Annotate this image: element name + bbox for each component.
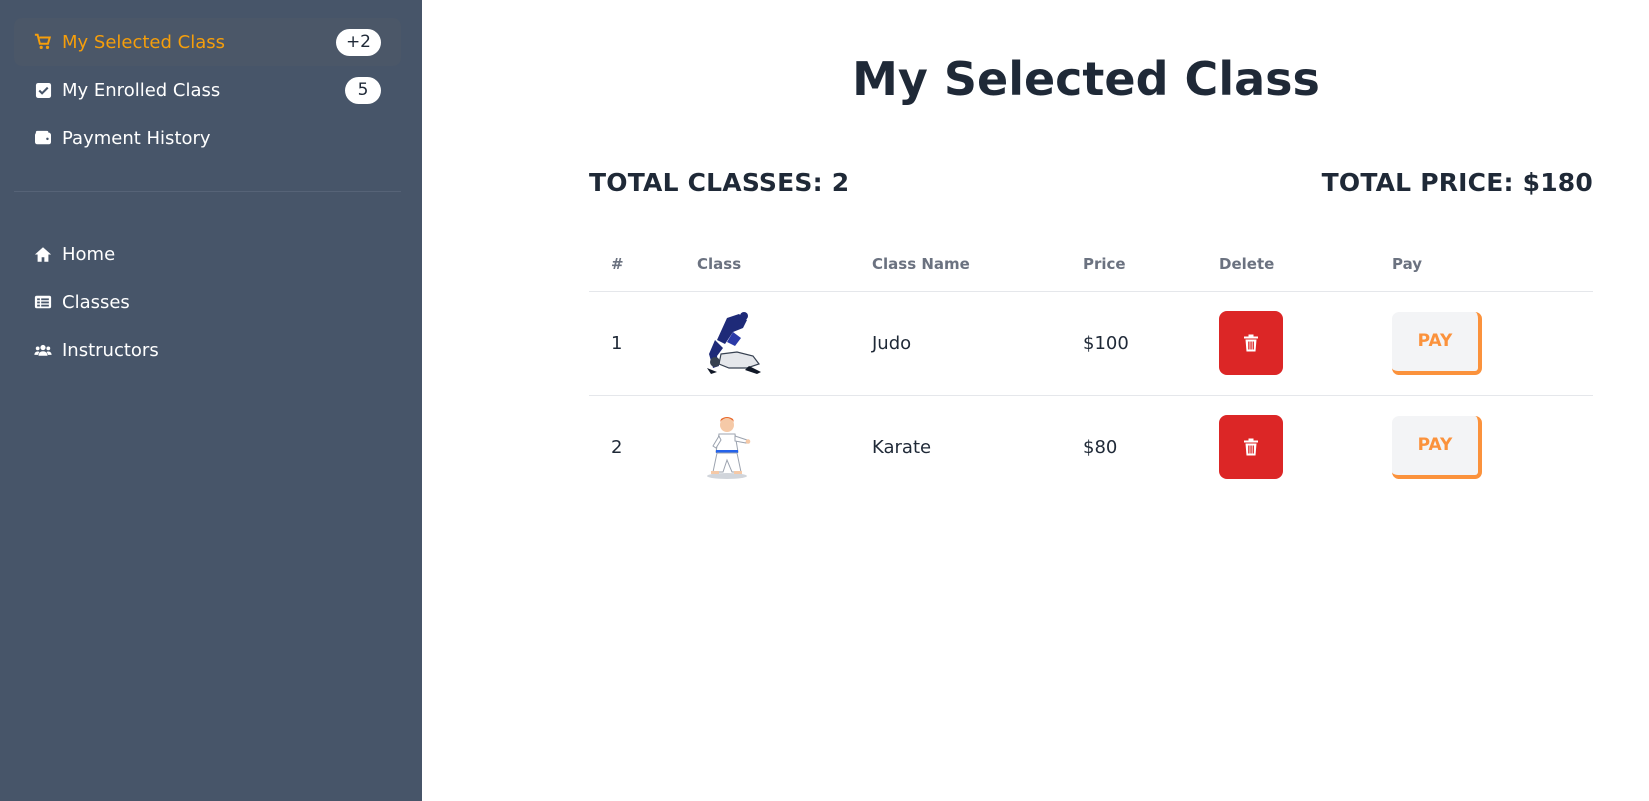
total-price: TOTAL PRICE: $180	[1321, 168, 1593, 197]
sidebar-item-my-enrolled-class[interactable]: My Enrolled Class 5	[14, 66, 401, 114]
col-header-price: Price	[1061, 237, 1197, 292]
karate-image	[707, 417, 751, 480]
cart-icon	[34, 33, 52, 51]
delete-cell	[1197, 291, 1370, 396]
class-name: Judo	[850, 291, 1061, 396]
table-header-row: # Class Class Name Price Delete Pay	[589, 237, 1593, 292]
total-classes: TOTAL CLASSES: 2	[589, 168, 850, 197]
delete-button[interactable]	[1219, 311, 1283, 375]
pay-button[interactable]: PAY	[1392, 415, 1482, 479]
totals-bar: TOTAL CLASSES: 2 TOTAL PRICE: $180	[589, 168, 1593, 197]
sidebar-item-label: Instructors	[62, 339, 159, 361]
sidebar-divider	[14, 191, 401, 192]
page-title: My Selected Class	[852, 52, 1320, 106]
app-root: My Selected Class +2 My Enrolled Class 5…	[0, 0, 1649, 801]
sidebar-item-label: My Selected Class	[62, 31, 226, 53]
sidebar-item-payment-history[interactable]: Payment History	[14, 114, 401, 162]
checkbox-icon	[34, 81, 52, 99]
delete-button[interactable]	[1219, 415, 1283, 480]
trash-icon	[1244, 438, 1258, 456]
sidebar-item-label: My Enrolled Class	[62, 79, 221, 101]
col-header-class-name: Class Name	[850, 237, 1061, 292]
judo-image	[707, 312, 761, 374]
class-image-cell	[675, 291, 850, 396]
pay-cell: PAY	[1370, 291, 1593, 396]
selected-classes-table: # Class Class Name Price Delete Pay 1 Ju…	[589, 237, 1593, 499]
trash-icon	[1244, 334, 1258, 352]
pay-cell: PAY	[1370, 395, 1593, 499]
count-badge: +2	[335, 28, 381, 56]
sidebar-item-classes[interactable]: Classes	[14, 278, 401, 326]
sidebar-item-label: Payment History	[62, 127, 211, 149]
col-header-pay: Pay	[1370, 237, 1593, 292]
delete-cell	[1197, 395, 1370, 499]
home-icon	[34, 245, 52, 263]
table-row: 1 Judo $100 PAY	[589, 291, 1593, 396]
class-image-cell	[675, 395, 850, 499]
row-number: 1	[589, 291, 675, 396]
sidebar: My Selected Class +2 My Enrolled Class 5…	[0, 0, 422, 801]
pay-button[interactable]: PAY	[1392, 311, 1482, 375]
class-price: $80	[1083, 436, 1118, 458]
sidebar-item-home[interactable]: Home	[14, 230, 401, 278]
sidebar-item-label: Home	[62, 243, 116, 265]
users-icon	[34, 341, 52, 359]
class-name: Karate	[872, 436, 932, 458]
count-badge: 5	[345, 76, 381, 104]
row-number: 2	[611, 436, 623, 458]
col-header-delete: Delete	[1197, 237, 1370, 292]
col-header-number: #	[589, 237, 675, 292]
main-content: My Selected Class TOTAL CLASSES: 2 TOTAL…	[422, 0, 1649, 801]
sidebar-item-label: Classes	[62, 291, 130, 313]
list-icon	[34, 293, 52, 311]
wallet-icon	[34, 129, 52, 147]
sidebar-item-instructors[interactable]: Instructors	[14, 326, 401, 374]
col-header-class: Class	[675, 237, 850, 292]
class-price: $100	[1061, 291, 1197, 396]
sidebar-item-my-selected-class[interactable]: My Selected Class +2	[14, 18, 401, 66]
table-row: 2 Karate $80 PAY	[589, 395, 1593, 499]
